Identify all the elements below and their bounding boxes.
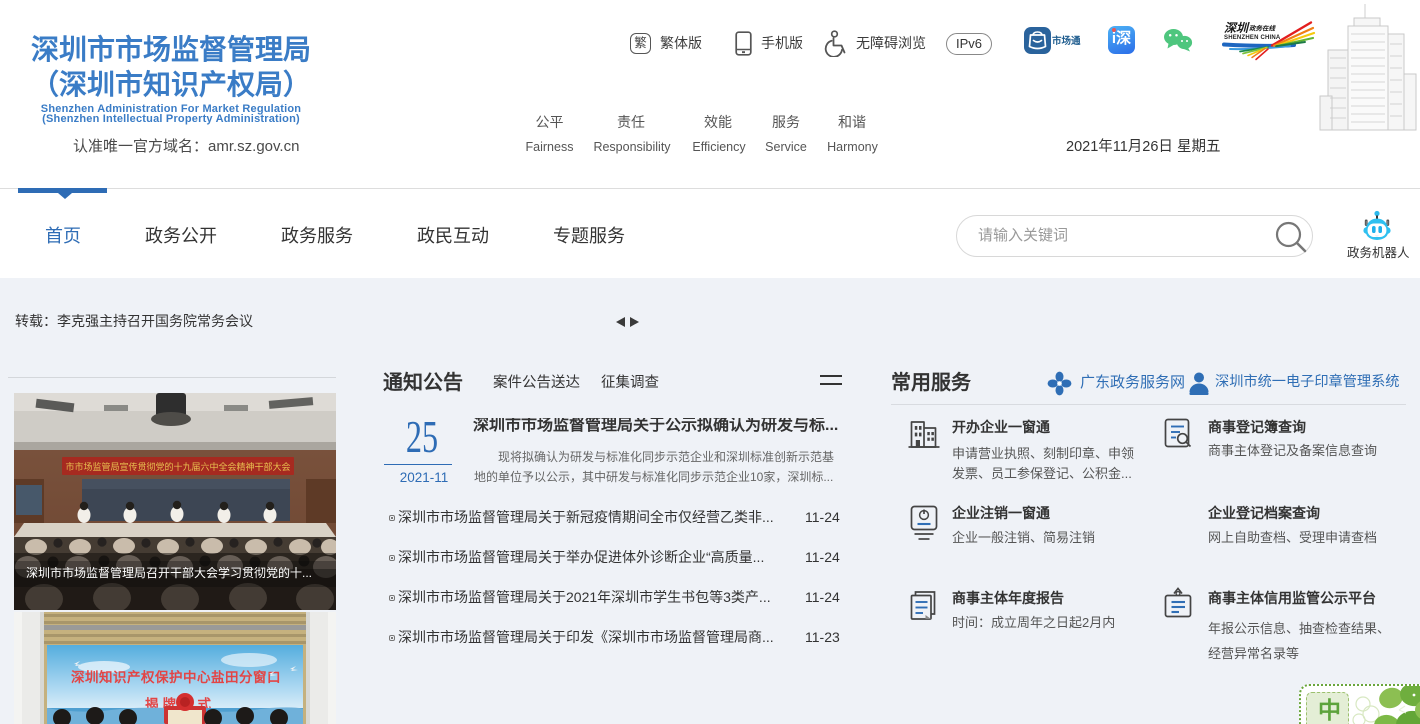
svg-text:政务在线: 政务在线	[1249, 25, 1277, 33]
svg-text:SHENZHEN CHINA: SHENZHEN CHINA	[1224, 35, 1281, 41]
svg-text:深圳: 深圳	[1224, 21, 1250, 35]
svg-text:深圳知识产权保护中心盐田分窗口: 深圳知识产权保护中心盐田分窗口	[71, 669, 281, 685]
svg-text:市市场监管局宣传贯彻党的十九届六中全会精神干部大会: 市市场监管局宣传贯彻党的十九届六中全会精神干部大会	[65, 461, 290, 472]
